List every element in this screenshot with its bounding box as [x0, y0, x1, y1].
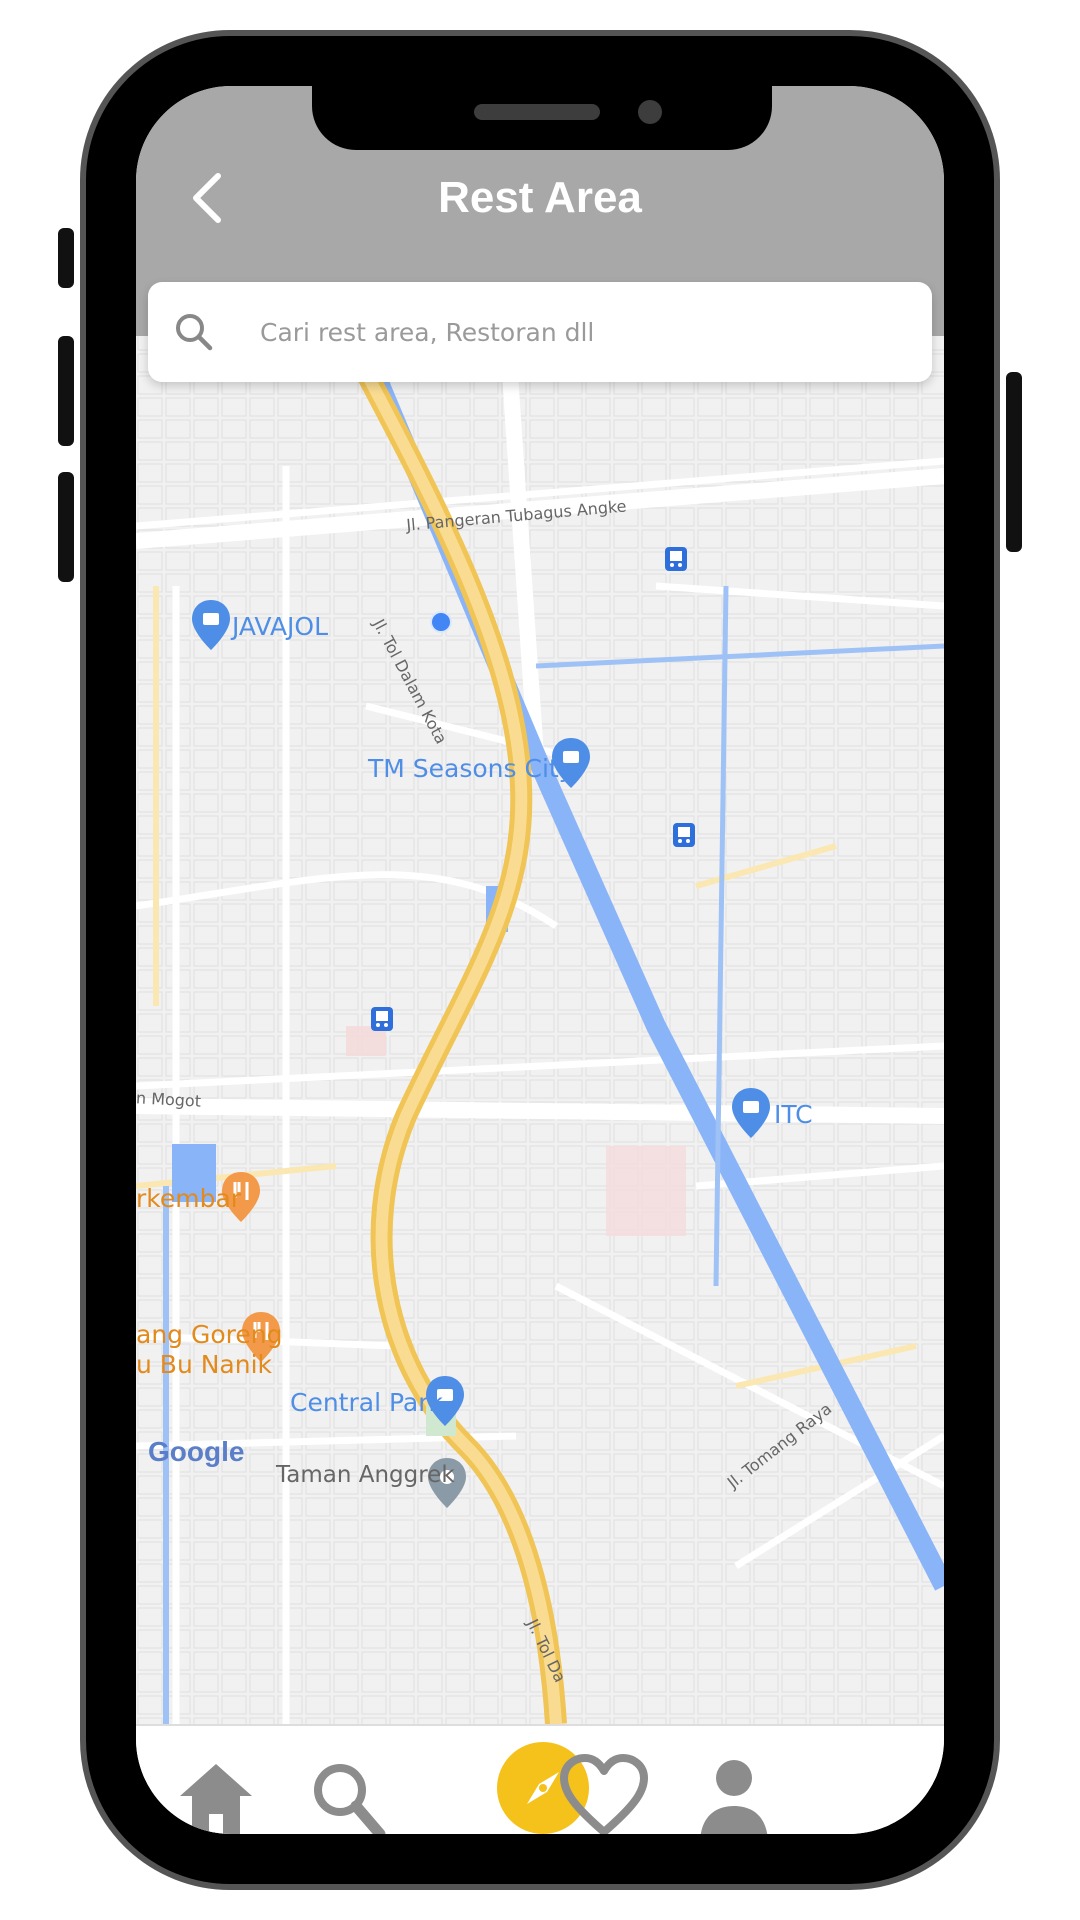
map-canvas — [136, 286, 944, 1724]
phone-notch — [312, 86, 772, 150]
road-label-mogot: n Mogot — [136, 1088, 202, 1111]
shopping-pin-icon[interactable] — [190, 598, 232, 652]
poi-label-taman-anggrek[interactable]: Taman Anggrek — [276, 1462, 455, 1488]
poi-label-ang-goreng[interactable]: ang Goreng — [136, 1320, 282, 1349]
page-title: Rest Area — [438, 173, 642, 222]
bottom-navigation — [136, 1724, 944, 1834]
current-location-dot — [430, 611, 452, 633]
poi-label-central-park[interactable]: Central Park — [290, 1388, 443, 1417]
power-button — [1006, 372, 1022, 552]
poi-label-rkembar[interactable]: rkembar — [136, 1184, 241, 1213]
poi-label-bu-nanik[interactable]: u Bu Nanik — [136, 1350, 272, 1379]
volume-up-button — [58, 336, 74, 446]
home-icon[interactable] — [166, 1744, 266, 1834]
heart-icon[interactable] — [554, 1744, 654, 1834]
transit-stop-icon[interactable] — [370, 1006, 394, 1032]
poi-label-javajol[interactable]: JAVAJOL — [232, 612, 328, 641]
transit-stop-icon[interactable] — [672, 822, 696, 848]
user-icon[interactable] — [684, 1744, 784, 1834]
shopping-pin-icon[interactable] — [730, 1086, 772, 1140]
poi-label-itc[interactable]: ITC — [774, 1100, 813, 1129]
search-input[interactable] — [260, 300, 900, 364]
google-attribution: Google — [148, 1436, 245, 1467]
google-logo: Google — [148, 1436, 244, 1468]
search-nav-icon[interactable] — [300, 1744, 400, 1834]
volume-down-button — [58, 472, 74, 582]
transit-stop-icon[interactable] — [664, 546, 688, 572]
front-camera — [638, 100, 662, 124]
phone-screen: Jl. Pangeran Tubagus Angke Jl. Tol Dalam… — [136, 86, 944, 1834]
earpiece-speaker — [474, 104, 600, 120]
search-bar[interactable] — [148, 282, 932, 382]
search-icon — [176, 314, 213, 351]
mute-switch — [58, 228, 74, 288]
map-view[interactable]: Jl. Pangeran Tubagus Angke Jl. Tol Dalam… — [136, 286, 944, 1724]
poi-label-tm-seasons-city[interactable]: TM Seasons City — [368, 754, 574, 783]
